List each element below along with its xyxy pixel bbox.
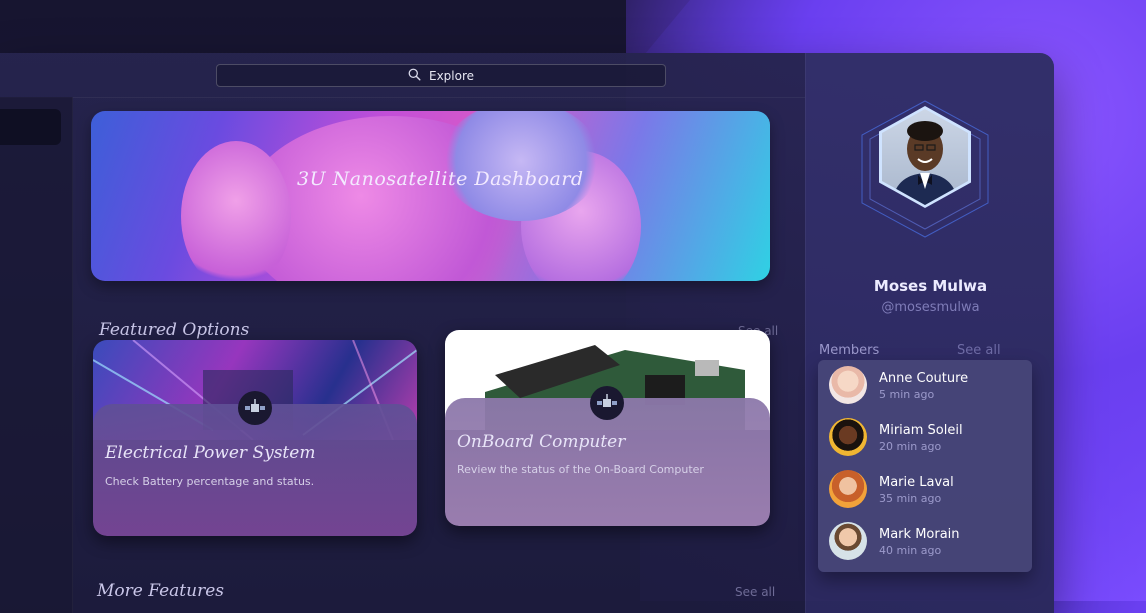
hero-banner[interactable]: 3U Nanosatellite Dashboard [91,111,770,281]
left-sidebar [0,97,73,613]
member-time: 40 min ago [879,544,942,557]
member-time: 35 min ago [879,492,942,505]
profile-panel: Moses Mulwa @mosesmulwa Members See all … [805,53,1054,613]
more-features-title: More Features [97,581,224,601]
card-title: Electrical Power System [105,443,316,463]
card-subtitle: Check Battery percentage and status. [105,475,315,488]
featured-title: Featured Options [99,320,250,340]
satellite-icon [590,386,624,420]
profile-name: Moses Mulwa [873,277,988,295]
profile-handle: @mosesmulwa [881,300,980,315]
hero-title: 3U Nanosatellite Dashboard [297,168,584,190]
member-name: Mark Morain [879,527,960,542]
satellite-icon [238,391,272,425]
feature-card-obc[interactable]: OnBoard Computer Review the status of th… [445,330,770,526]
member-avatar [829,418,867,456]
member-item[interactable]: Anne Couture 5 min ago [818,360,1032,410]
feature-card-eps[interactable]: Electrical Power System Check Battery pe… [93,340,417,536]
card-subtitle: Review the status of the On-Board Comput… [457,463,704,476]
search-label: Explore [428,68,475,83]
sidebar-selected-item[interactable] [0,109,61,145]
members-title: Members [819,343,880,358]
member-time: 20 min ago [879,440,942,453]
members-see-all-link[interactable]: See all [957,343,1001,358]
member-name: Anne Couture [879,371,969,386]
member-name: Marie Laval [879,475,954,490]
member-item[interactable]: Mark Morain 40 min ago [818,516,1032,566]
app-window: Explore 3U Nanosatellite Dashboard Featu… [0,53,1054,613]
search-bar[interactable]: Explore [216,64,666,87]
member-item[interactable]: Miriam Soleil 20 min ago [818,412,1032,462]
member-avatar [829,470,867,508]
more-see-all-link[interactable]: See all [735,585,775,599]
card-title: OnBoard Computer [457,432,626,452]
hero-art [181,141,291,281]
member-avatar [829,522,867,560]
member-item[interactable]: Marie Laval 35 min ago [818,464,1032,514]
member-name: Miriam Soleil [879,423,963,438]
member-avatar [829,366,867,404]
member-time: 5 min ago [879,388,935,401]
members-list: Anne Couture 5 min ago Miriam Soleil 20 … [818,360,1032,572]
search-icon [408,68,421,84]
top-bar: Explore [0,53,805,98]
